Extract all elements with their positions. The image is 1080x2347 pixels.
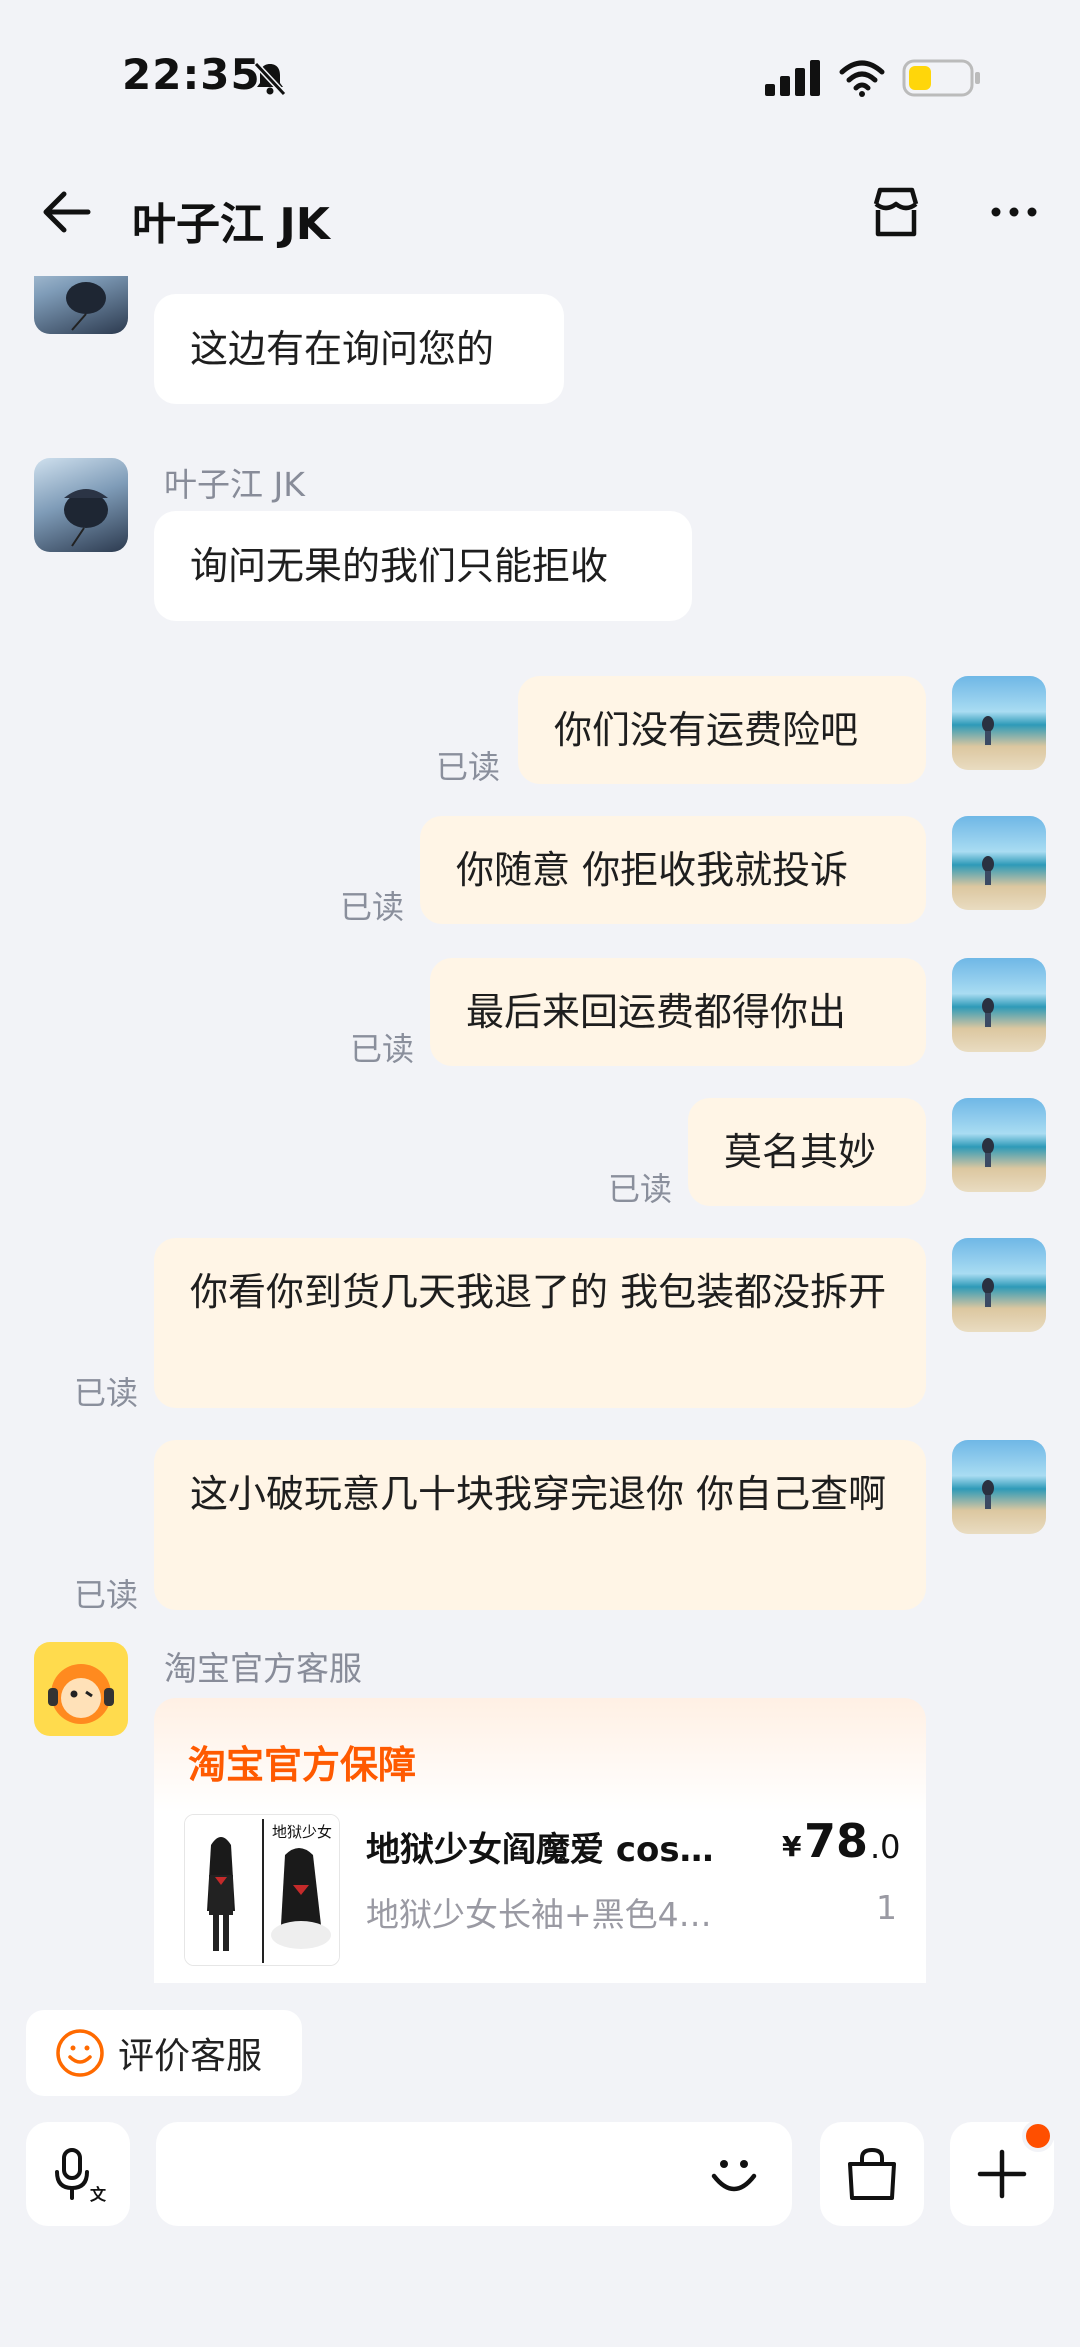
my-avatar[interactable]	[952, 1098, 1046, 1192]
message-bubble[interactable]: 你看你到货几天我退了的 我包装都没拆开	[154, 1238, 926, 1408]
message-text: 莫名其妙	[724, 1130, 877, 1174]
back-arrow-icon[interactable]	[38, 184, 94, 240]
svg-text:文: 文	[90, 2185, 107, 2204]
rate-service-label: 评价客服	[118, 2036, 263, 2077]
store-icon[interactable]	[866, 182, 926, 242]
notification-dot	[1022, 2120, 1054, 2152]
message-bubble[interactable]: 你随意 你拒收我就投诉	[420, 816, 926, 924]
plus-icon	[977, 2149, 1027, 2199]
sender-name: 淘宝官方客服	[164, 1649, 362, 1688]
product-name[interactable]: 地狱少女阎魔爱 cos…	[366, 1822, 714, 1871]
my-avatar[interactable]	[952, 1440, 1046, 1534]
guarantee-card[interactable]: 淘宝官方保障 地狱少女 地狱少女阎魔爱 cos… ¥ 78 .0 地狱少女长袖+…	[154, 1698, 926, 1983]
read-status: 已读	[340, 888, 405, 926]
chat-header: 叶子江 JK	[0, 160, 1080, 270]
price-integer: 78	[804, 1814, 869, 1868]
price-symbol: ¥	[782, 1830, 802, 1863]
product-image-caption: 地狱少女	[272, 1823, 332, 1841]
shopping-bag-button[interactable]	[820, 2122, 924, 2226]
read-status: 已读	[74, 1576, 139, 1614]
input-bar: 文	[0, 2118, 1080, 2347]
sender-name: 叶子江 JK	[164, 465, 305, 504]
message-text: 询问无果的我们只能拒收	[190, 544, 609, 588]
status-bar: 22:35	[0, 0, 1080, 160]
message-text: 你们没有运费险吧	[554, 708, 859, 752]
message-bubble[interactable]: 莫名其妙	[688, 1098, 926, 1206]
my-avatar[interactable]	[952, 816, 1046, 910]
smile-icon	[56, 2029, 104, 2077]
product-quantity: 1	[876, 1888, 897, 1927]
price-decimal: .0	[870, 1828, 901, 1866]
message-bubble[interactable]: 这边有在询问您的	[154, 294, 564, 404]
message-bubble[interactable]: 询问无果的我们只能拒收	[154, 511, 692, 621]
emoji-icon[interactable]	[706, 2146, 762, 2202]
signal-icon	[765, 60, 820, 96]
shopping-bag-icon	[848, 2147, 896, 2200]
my-avatar[interactable]	[952, 958, 1046, 1052]
read-status: 已读	[74, 1374, 139, 1412]
product-spec: 地狱少女长袖+黑色4…	[366, 1895, 712, 1934]
card-title: 淘宝官方保障	[188, 1743, 417, 1787]
read-status: 已读	[350, 1030, 415, 1068]
bell-muted-icon	[253, 61, 287, 97]
message-bubble[interactable]: 最后来回运费都得你出	[430, 958, 926, 1066]
message-input[interactable]	[156, 2122, 792, 2226]
status-time: 22:35	[122, 50, 261, 99]
microphone-translate-icon: 文	[55, 2148, 107, 2204]
read-status: 已读	[436, 748, 501, 786]
wifi-icon	[839, 60, 885, 97]
message-bubble[interactable]: 你们没有运费险吧	[518, 676, 926, 784]
voice-input-button[interactable]: 文	[26, 2122, 130, 2226]
contact-avatar[interactable]	[34, 458, 128, 552]
service-avatar[interactable]	[34, 1642, 128, 1736]
read-status: 已读	[608, 1170, 673, 1208]
message-text: 最后来回运费都得你出	[466, 990, 847, 1034]
my-avatar[interactable]	[952, 676, 1046, 770]
rate-service-button[interactable]: 评价客服	[26, 2010, 302, 2096]
chat-title: 叶子江 JK	[132, 199, 330, 250]
my-avatar[interactable]	[952, 1238, 1046, 1332]
product-image[interactable]: 地狱少女	[184, 1814, 340, 1966]
message-text: 这边有在询问您的	[190, 327, 495, 371]
message-text: 你随意 你拒收我就投诉	[456, 848, 849, 892]
battery-icon	[902, 59, 980, 97]
message-text: 这小破玩意几十块我穿完退你 你自己查啊	[190, 1472, 887, 1516]
message-text: 你看你到货几天我退了的 我包装都没拆开	[190, 1270, 887, 1314]
more-options-icon[interactable]	[986, 184, 1042, 240]
message-bubble[interactable]: 这小破玩意几十块我穿完退你 你自己查啊	[154, 1440, 926, 1610]
